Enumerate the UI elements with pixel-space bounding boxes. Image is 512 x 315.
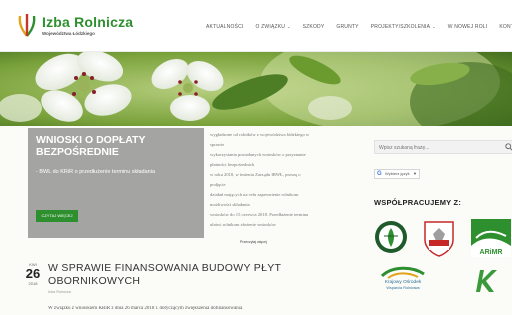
nav-item-label: PROJEKTY/SZKOLENIA [370, 24, 431, 30]
nav-item-5[interactable]: W NOWEJ ROLI [442, 24, 494, 30]
nav-item-3[interactable]: GRUNTY [330, 24, 364, 30]
site-logo[interactable]: Izba Rolnicza Województwa Łódzkiego [12, 8, 162, 44]
nav-item-4[interactable]: PROJEKTY/SZKOLENIA ⌄ [365, 24, 442, 30]
kowr-caption-line1: Krajowy Ośrodek [384, 280, 422, 285]
partner-logo-arimr[interactable]: ARiMR [470, 218, 512, 258]
nav-item-label: GRUNTY [336, 24, 359, 30]
blossom-photo [0, 52, 512, 126]
nav-item-label: KONTAKT [499, 24, 512, 30]
slider-text: - BWL do KRiR o przedłużenie terminu skł… [36, 169, 156, 175]
search-icon[interactable] [505, 143, 512, 151]
partner-logo-kowr-eagle[interactable] [419, 218, 459, 258]
article-author[interactable]: Izba Rolnicza [48, 290, 71, 294]
nav-item-label: O ZWIĄZKU [255, 24, 286, 30]
chevron-down-icon: ⌄ [432, 24, 436, 29]
nav-item-label: W NOWEJ ROLI [447, 24, 488, 30]
chevron-down-icon: ⌄ [287, 24, 291, 29]
main-nav: AKTUALNOŚCI O ZWIĄZKU ⌄ SZKODY GRUNTY PROJEKT… [200, 24, 512, 30]
article-excerpt: W związku z wnioskiem KRiR z dnia 26 mar… [48, 306, 243, 311]
partner-logo-krus[interactable] [470, 266, 500, 296]
date-year: 2018 [28, 281, 38, 286]
language-select[interactable]: G Wybierz język ▼ [374, 169, 420, 179]
logo-subtitle: Województwa Łódzkiego [42, 31, 95, 36]
browser-screen: Izba Rolnicza Województwa Łódzkiego AKTU… [0, 0, 512, 315]
arimr-label: ARiMR [480, 249, 503, 256]
article-title[interactable]: W SPRAWIE FINANSOWANIA BUDOWY PŁYT OBORN… [48, 262, 318, 288]
search-box [374, 140, 512, 154]
logo-title: Izba Rolnicza [42, 14, 134, 30]
read-more-button[interactable]: CZYTAJ WIĘCEJ [36, 210, 78, 222]
hero-banner [0, 52, 512, 126]
partner-logo-kowr[interactable]: Krajowy Ośrodek Wsparcia Rolnictwa [374, 266, 432, 300]
kowr-wave-icon [380, 266, 425, 279]
language-select-label: Wybierz język [385, 171, 410, 176]
chevron-down-icon: ▼ [413, 171, 417, 176]
article-date: KWI 26 2018 [22, 262, 44, 286]
date-day: 26 [25, 266, 41, 281]
nav-item-6[interactable]: KONTAKT [493, 24, 512, 30]
slider-read-more-link[interactable]: Przeczytaj więcej [240, 240, 267, 244]
google-translate-icon: G [377, 171, 382, 177]
slider-caption: WNIOSKI O DOPŁATY BEZPOŚREDNIE - BWL do … [28, 128, 204, 238]
nav-item-label: SZKODY [302, 24, 325, 30]
partner-logo-ministry[interactable] [374, 220, 408, 254]
wheat-logo-icon [18, 14, 36, 37]
nav-item-2[interactable]: SZKODY [297, 24, 331, 30]
kowr-caption-line2: Wsparcia Rolnictwa [386, 286, 420, 290]
slider-title[interactable]: WNIOSKI O DOPŁATY BEZPOŚREDNIE [36, 134, 206, 158]
nav-item-0[interactable]: AKTUALNOŚCI [200, 24, 250, 30]
nav-item-label: AKTUALNOŚCI [206, 24, 244, 30]
partners-heading: WSPÓŁPRACUJEMY Z: [374, 198, 462, 207]
site-header: Izba Rolnicza Województwa Łódzkiego AKTU… [0, 0, 512, 52]
search-input[interactable] [379, 143, 489, 153]
nav-item-1[interactable]: O ZWIĄZKU ⌄ [250, 24, 297, 30]
